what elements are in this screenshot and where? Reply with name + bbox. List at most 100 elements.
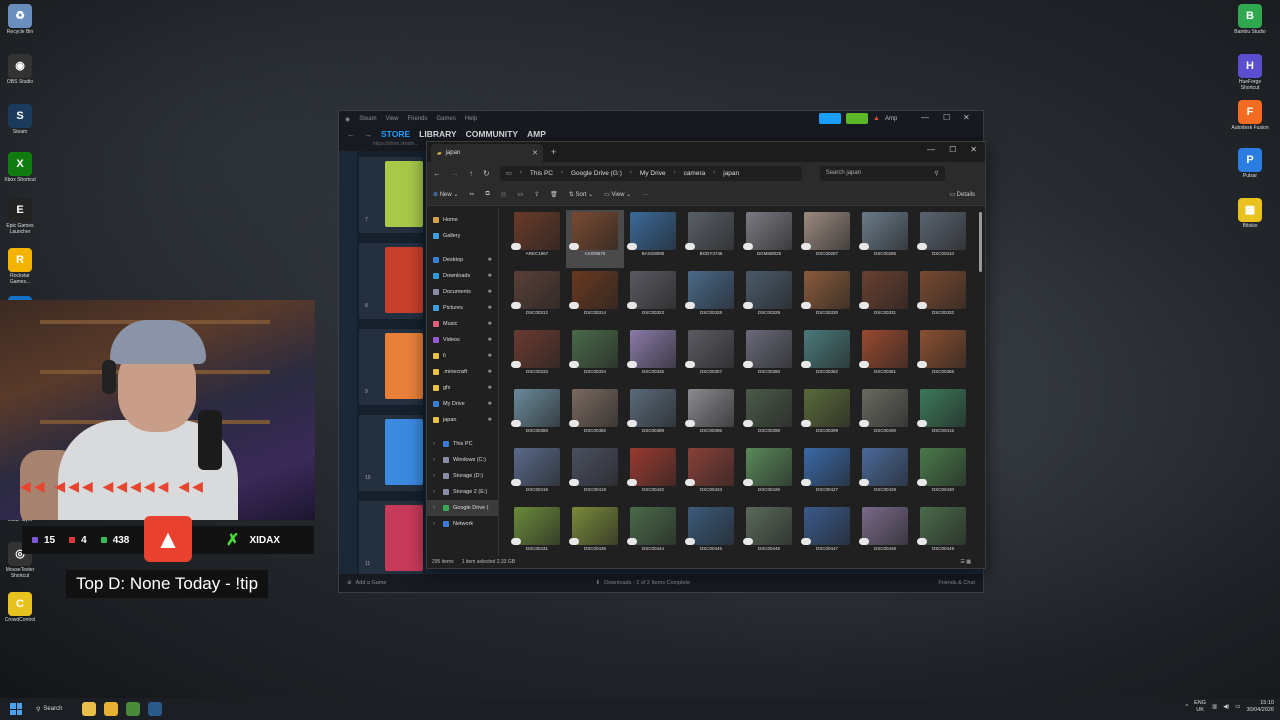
file-thumbnail[interactable]: DSC00360 xyxy=(740,328,798,386)
file-thumbnail[interactable]: DSC00362 xyxy=(798,328,856,386)
desktop-icon[interactable]: E Epic Games Launcher xyxy=(0,198,40,235)
game-tile[interactable]: 10 xyxy=(359,415,423,491)
taskbar-search[interactable]: ⚲ Search xyxy=(36,702,74,716)
file-thumbnail[interactable]: DSC00365 xyxy=(914,328,972,386)
steam-close-icon[interactable]: ✕ xyxy=(963,113,970,122)
file-thumbnail[interactable]: DSC00428 xyxy=(856,446,914,504)
steam-avatar-icon[interactable]: ▲ xyxy=(873,115,880,122)
nav-item[interactable]: Gallery xyxy=(427,228,498,244)
file-thumbnail[interactable]: DSC00361 xyxy=(856,328,914,386)
file-thumbnail[interactable]: DSC00314 xyxy=(566,269,624,327)
steam-menu-item[interactable]: Help xyxy=(465,116,477,123)
clock[interactable]: 15:10 30/04/2026 xyxy=(1246,700,1274,714)
view-toggle-icon[interactable]: ☰ ▦ xyxy=(960,559,971,565)
file-thumbnail[interactable]: AREC1967 xyxy=(508,210,566,268)
volume-icon[interactable]: ◀) xyxy=(1223,704,1229,710)
chevron-icon[interactable]: › xyxy=(433,489,439,495)
add-game-icon[interactable]: ⊕ xyxy=(347,580,352,586)
more-icon[interactable]: ··· xyxy=(642,192,648,198)
nav-item[interactable]: › Windows (C:) xyxy=(427,452,498,468)
new-tab-icon[interactable]: + xyxy=(551,147,556,157)
breadcrumb-item[interactable]: japan xyxy=(723,170,739,177)
file-thumbnail[interactable]: DSC00328 xyxy=(682,269,740,327)
chevron-icon[interactable]: › xyxy=(433,473,439,479)
nav-item[interactable]: t\ ✱ xyxy=(427,348,498,364)
nav-item[interactable]: Downloads ✱ xyxy=(427,268,498,284)
forward-icon[interactable]: → xyxy=(451,169,459,178)
file-thumbnail[interactable]: DSC00310 xyxy=(914,210,972,268)
steam-menu-item[interactable]: Steam xyxy=(359,116,376,123)
file-thumbnail[interactable]: DSC00357 xyxy=(682,328,740,386)
friends-chat-button[interactable]: Friends & Chat xyxy=(938,580,975,586)
file-thumbnail[interactable]: DSC00330 xyxy=(798,269,856,327)
file-thumbnail[interactable]: DSC00422 xyxy=(624,446,682,504)
paste-icon[interactable]: ▤ xyxy=(501,191,507,198)
up-icon[interactable]: ↑ xyxy=(469,169,473,178)
breadcrumb-item[interactable]: This PC xyxy=(530,170,553,177)
nav-item[interactable]: › Storage (D:) xyxy=(427,468,498,484)
nav-item[interactable]: Home xyxy=(427,212,498,228)
forward-arrow-icon[interactable]: → xyxy=(364,130,372,139)
minecraft-icon[interactable] xyxy=(126,702,140,716)
steam-account-name[interactable]: Amp xyxy=(885,116,897,122)
file-thumbnail[interactable]: DSC00416 xyxy=(508,446,566,504)
copy-icon[interactable]: ⧉ xyxy=(485,191,489,198)
downloads-icon[interactable]: ⬇ xyxy=(596,580,601,586)
nav-item[interactable]: Documents ✱ xyxy=(427,284,498,300)
desktop-icon[interactable]: P Pulsar xyxy=(1230,148,1270,180)
file-thumbnail[interactable]: BODY3746 xyxy=(682,210,740,268)
chrome-icon[interactable] xyxy=(82,702,96,716)
steam-nav-amp[interactable]: AMP xyxy=(527,129,546,139)
view-button[interactable]: ▭ View ⌄ xyxy=(604,191,631,198)
game-tile[interactable]: 8 xyxy=(359,243,423,319)
nav-item[interactable]: Desktop ✱ xyxy=(427,252,498,268)
nav-item[interactable]: My Drive ✱ xyxy=(427,396,498,412)
back-arrow-icon[interactable]: ← xyxy=(347,130,355,139)
file-thumbnail[interactable]: DSC00333 xyxy=(508,328,566,386)
downloads-status[interactable]: Downloads - 2 of 2 Items Complete xyxy=(604,580,690,586)
file-thumbnail[interactable]: DSC00435 xyxy=(566,505,624,556)
file-thumbnail[interactable]: DSC00396 xyxy=(682,387,740,445)
file-thumbnail[interactable]: DSC00419 xyxy=(566,446,624,504)
file-thumbnail[interactable]: DSC00447 xyxy=(798,505,856,556)
desktop-icon[interactable]: R Rockstar Games... xyxy=(0,248,40,285)
file-thumbnail[interactable]: DSC00334 xyxy=(566,328,624,386)
nav-item[interactable]: › This PC xyxy=(427,436,498,452)
desktop-icon[interactable]: X Xbox Shortcut xyxy=(0,152,40,184)
file-thumbnail[interactable]: DSC00400 xyxy=(856,387,914,445)
steam-menu-item[interactable]: Games xyxy=(437,116,456,123)
file-thumbnail[interactable]: DSC00399 xyxy=(798,387,856,445)
desktop-icon[interactable]: S Steam xyxy=(0,104,40,136)
battery-icon[interactable]: ▭ xyxy=(1235,704,1240,710)
desktop-icon[interactable]: H HueForge Shortcut xyxy=(1230,54,1270,91)
game-tile[interactable]: 7 xyxy=(359,157,423,233)
file-explorer-window[interactable]: ▰ japan ✕ + — ☐ ✕ ← → ↑ ↻ ▭ › This PC › Goo… xyxy=(426,141,986,569)
file-thumbnail[interactable]: DSC00382 xyxy=(566,387,624,445)
file-thumbnail[interactable]: DSC00415 xyxy=(914,387,972,445)
file-thumbnail[interactable]: DSC00287 xyxy=(798,210,856,268)
nav-item[interactable]: › Google Drive ( xyxy=(427,500,498,516)
network-icon[interactable]: ▥ xyxy=(1212,704,1217,710)
file-thumbnail[interactable]: DSC00449 xyxy=(914,505,972,556)
close-icon[interactable]: ✕ xyxy=(970,145,977,154)
breadcrumb-item[interactable]: Google Drive (G:) xyxy=(571,170,622,177)
file-thumbnail[interactable]: DSC00329 xyxy=(740,269,798,327)
new-button[interactable]: ⊕ New ⌄ xyxy=(433,191,458,198)
file-thumbnail[interactable]: DSC00448 xyxy=(856,505,914,556)
steam-maximize-icon[interactable]: ☐ xyxy=(943,113,950,122)
cut-icon[interactable]: ✂ xyxy=(469,191,474,198)
search-input[interactable]: Search japan ⚲ xyxy=(819,165,945,181)
desktop-icon[interactable]: ♻ Recycle Bin xyxy=(0,4,40,36)
nav-item[interactable]: japan ✱ xyxy=(427,412,498,428)
file-thumbnail[interactable]: DGMM8025 xyxy=(740,210,798,268)
file-thumbnail[interactable]: DSC00380 xyxy=(508,387,566,445)
file-thumbnail[interactable]: DSC00323 xyxy=(624,269,682,327)
file-thumbnail[interactable]: DSC00444 xyxy=(624,505,682,556)
close-tab-icon[interactable]: ✕ xyxy=(532,149,538,157)
file-thumbnail[interactable]: DSC00430 xyxy=(914,446,972,504)
desktop-icon[interactable]: F Autodesk Fusion xyxy=(1230,100,1270,132)
refresh-icon[interactable]: ↻ xyxy=(483,169,490,178)
file-thumbnail[interactable]: DSC00427 xyxy=(798,446,856,504)
steam-announce-button[interactable] xyxy=(819,113,841,124)
file-thumbnail[interactable]: DSC00389 xyxy=(624,387,682,445)
